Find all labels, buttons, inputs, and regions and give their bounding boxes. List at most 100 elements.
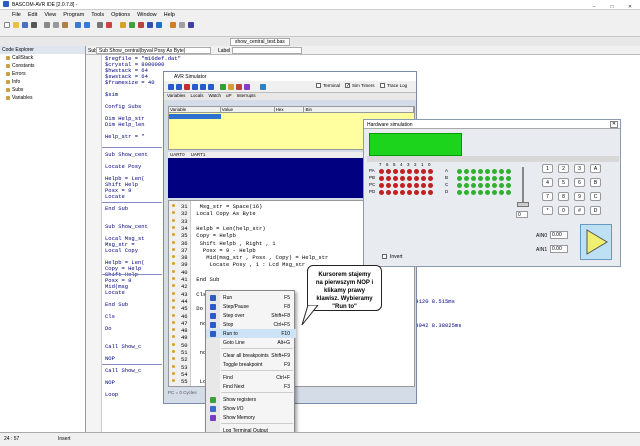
port-input-led[interactable] — [506, 176, 511, 181]
port-input-led[interactable] — [506, 169, 511, 174]
port-input-led[interactable] — [506, 190, 511, 195]
menu-item-run-to[interactable]: Run to F10 — [206, 329, 296, 338]
port-pin-led[interactable] — [421, 183, 426, 188]
port-input-led[interactable] — [478, 183, 483, 188]
keypad-key[interactable]: 7 — [542, 192, 553, 201]
breakpoint-marker[interactable] — [172, 298, 175, 302]
selected-cell[interactable] — [169, 114, 221, 119]
stop-icon[interactable] — [184, 84, 190, 90]
port-pin-led[interactable] — [414, 183, 419, 188]
menu-item-toggle-breakpoint[interactable]: Toggle breakpoint F9 — [206, 360, 296, 369]
tree-item-subs[interactable]: Subs — [0, 86, 85, 94]
tree-item-callstack[interactable]: CallStack — [0, 54, 85, 62]
keypad-key[interactable]: 0 — [558, 206, 569, 215]
port-input-led[interactable] — [478, 169, 483, 174]
port-pin-led[interactable] — [379, 190, 384, 195]
tab-interrupts[interactable]: Interrupts — [237, 93, 256, 100]
port-input-led[interactable] — [485, 176, 490, 181]
port-input-led[interactable] — [464, 169, 469, 174]
invert-checkbox[interactable] — [382, 254, 387, 259]
port-pin-led[interactable] — [386, 169, 391, 174]
port-input-led[interactable] — [464, 190, 469, 195]
label-dropdown[interactable] — [232, 47, 302, 54]
keypad-key[interactable]: B — [590, 178, 601, 187]
program-chip-icon[interactable] — [138, 22, 144, 28]
port-input-led[interactable] — [471, 190, 476, 195]
breakpoint-marker[interactable] — [172, 240, 175, 244]
port-input-led[interactable] — [478, 176, 483, 181]
menu-item-goto-line[interactable]: Goto Line Alt+G — [206, 338, 296, 347]
menu-item-run[interactable]: Run F5 — [206, 293, 296, 302]
port-input-led[interactable] — [485, 169, 490, 174]
save-icon[interactable] — [22, 22, 28, 28]
port-input-led[interactable] — [457, 183, 462, 188]
port-pin-led[interactable] — [421, 169, 426, 174]
tree-item-variables[interactable]: Variables — [0, 94, 85, 102]
open-file-icon[interactable] — [13, 22, 19, 28]
menu-view[interactable]: View — [44, 12, 56, 18]
tab-variables[interactable]: Variables — [167, 93, 185, 100]
keypad-key[interactable]: 5 — [558, 178, 569, 187]
slider-thumb[interactable] — [517, 202, 529, 207]
keypad-key[interactable]: 8 — [558, 192, 569, 201]
port-pin-led[interactable] — [400, 183, 405, 188]
trace-log-checkbox[interactable] — [380, 83, 385, 88]
menu-options[interactable]: Options — [111, 12, 130, 18]
port-input-led[interactable] — [478, 190, 483, 195]
port-input-led[interactable] — [506, 183, 511, 188]
keypad-key[interactable]: 3 — [574, 164, 585, 173]
port-pin-led[interactable] — [414, 169, 419, 174]
pause-icon[interactable] — [176, 84, 182, 90]
port-pin-led[interactable] — [386, 183, 391, 188]
slider-value[interactable]: 0 — [516, 211, 528, 218]
port-input-led[interactable] — [457, 169, 462, 174]
keypad-key[interactable]: 9 — [574, 192, 585, 201]
port-input-led[interactable] — [471, 183, 476, 188]
tab-show-central[interactable]: show_central_test.bas — [230, 38, 290, 46]
help-icon[interactable] — [188, 22, 194, 28]
menu-item-stop[interactable]: Stop Ctrl+F5 — [206, 320, 296, 329]
redo-icon[interactable] — [84, 22, 90, 28]
menu-item-show-memory[interactable]: Show Memory — [206, 413, 296, 422]
breakpoint-marker[interactable] — [172, 371, 175, 375]
menu-item-find-next[interactable]: Find Next F3 — [206, 382, 296, 391]
syntax-check-icon[interactable] — [129, 22, 135, 28]
options-icon[interactable] — [179, 22, 185, 28]
port-input-led[interactable] — [492, 183, 497, 188]
breakpoint-marker[interactable] — [172, 269, 175, 273]
run-icon[interactable] — [168, 84, 174, 90]
port-input-led[interactable] — [464, 183, 469, 188]
tree-item-constants[interactable]: Constants — [0, 62, 85, 70]
port-pin-led[interactable] — [407, 169, 412, 174]
menu-edit[interactable]: Edit — [28, 12, 37, 18]
port-input-led[interactable] — [492, 169, 497, 174]
port-pin-led[interactable] — [379, 183, 384, 188]
find-icon[interactable] — [97, 22, 103, 28]
ain1-input[interactable]: 0.00 — [550, 245, 568, 253]
port-pin-led[interactable] — [407, 183, 412, 188]
menu-program[interactable]: Program — [63, 12, 84, 18]
breakpoint-marker[interactable] — [172, 342, 175, 346]
breakpoint-marker[interactable] — [172, 350, 175, 353]
menu-file[interactable]: File — [12, 12, 21, 18]
cut-icon[interactable] — [44, 22, 50, 28]
copy-icon[interactable] — [53, 22, 59, 28]
port-pin-led[interactable] — [386, 176, 391, 181]
port-input-led[interactable] — [471, 169, 476, 174]
keypad-key[interactable]: 1 — [542, 164, 553, 173]
keypad-key[interactable]: 2 — [558, 164, 569, 173]
menu-window[interactable]: Window — [137, 12, 157, 18]
menu-item-show-i-o[interactable]: Show I/O — [206, 404, 296, 413]
port-pin-led[interactable] — [414, 190, 419, 195]
port-input-led[interactable] — [471, 176, 476, 181]
breakpoint-icon[interactable] — [228, 84, 234, 90]
breakpoint-marker[interactable] — [172, 320, 175, 324]
io-icon[interactable] — [236, 84, 242, 90]
keypad-key[interactable]: 6 — [574, 178, 585, 187]
port-pin-led[interactable] — [421, 176, 426, 181]
hardware-sim-icon[interactable] — [260, 84, 266, 90]
keypad-key[interactable]: * — [542, 206, 553, 215]
port-pin-led[interactable] — [386, 190, 391, 195]
tab-locals[interactable]: Locals — [190, 93, 203, 100]
port-pin-led[interactable] — [393, 183, 398, 188]
